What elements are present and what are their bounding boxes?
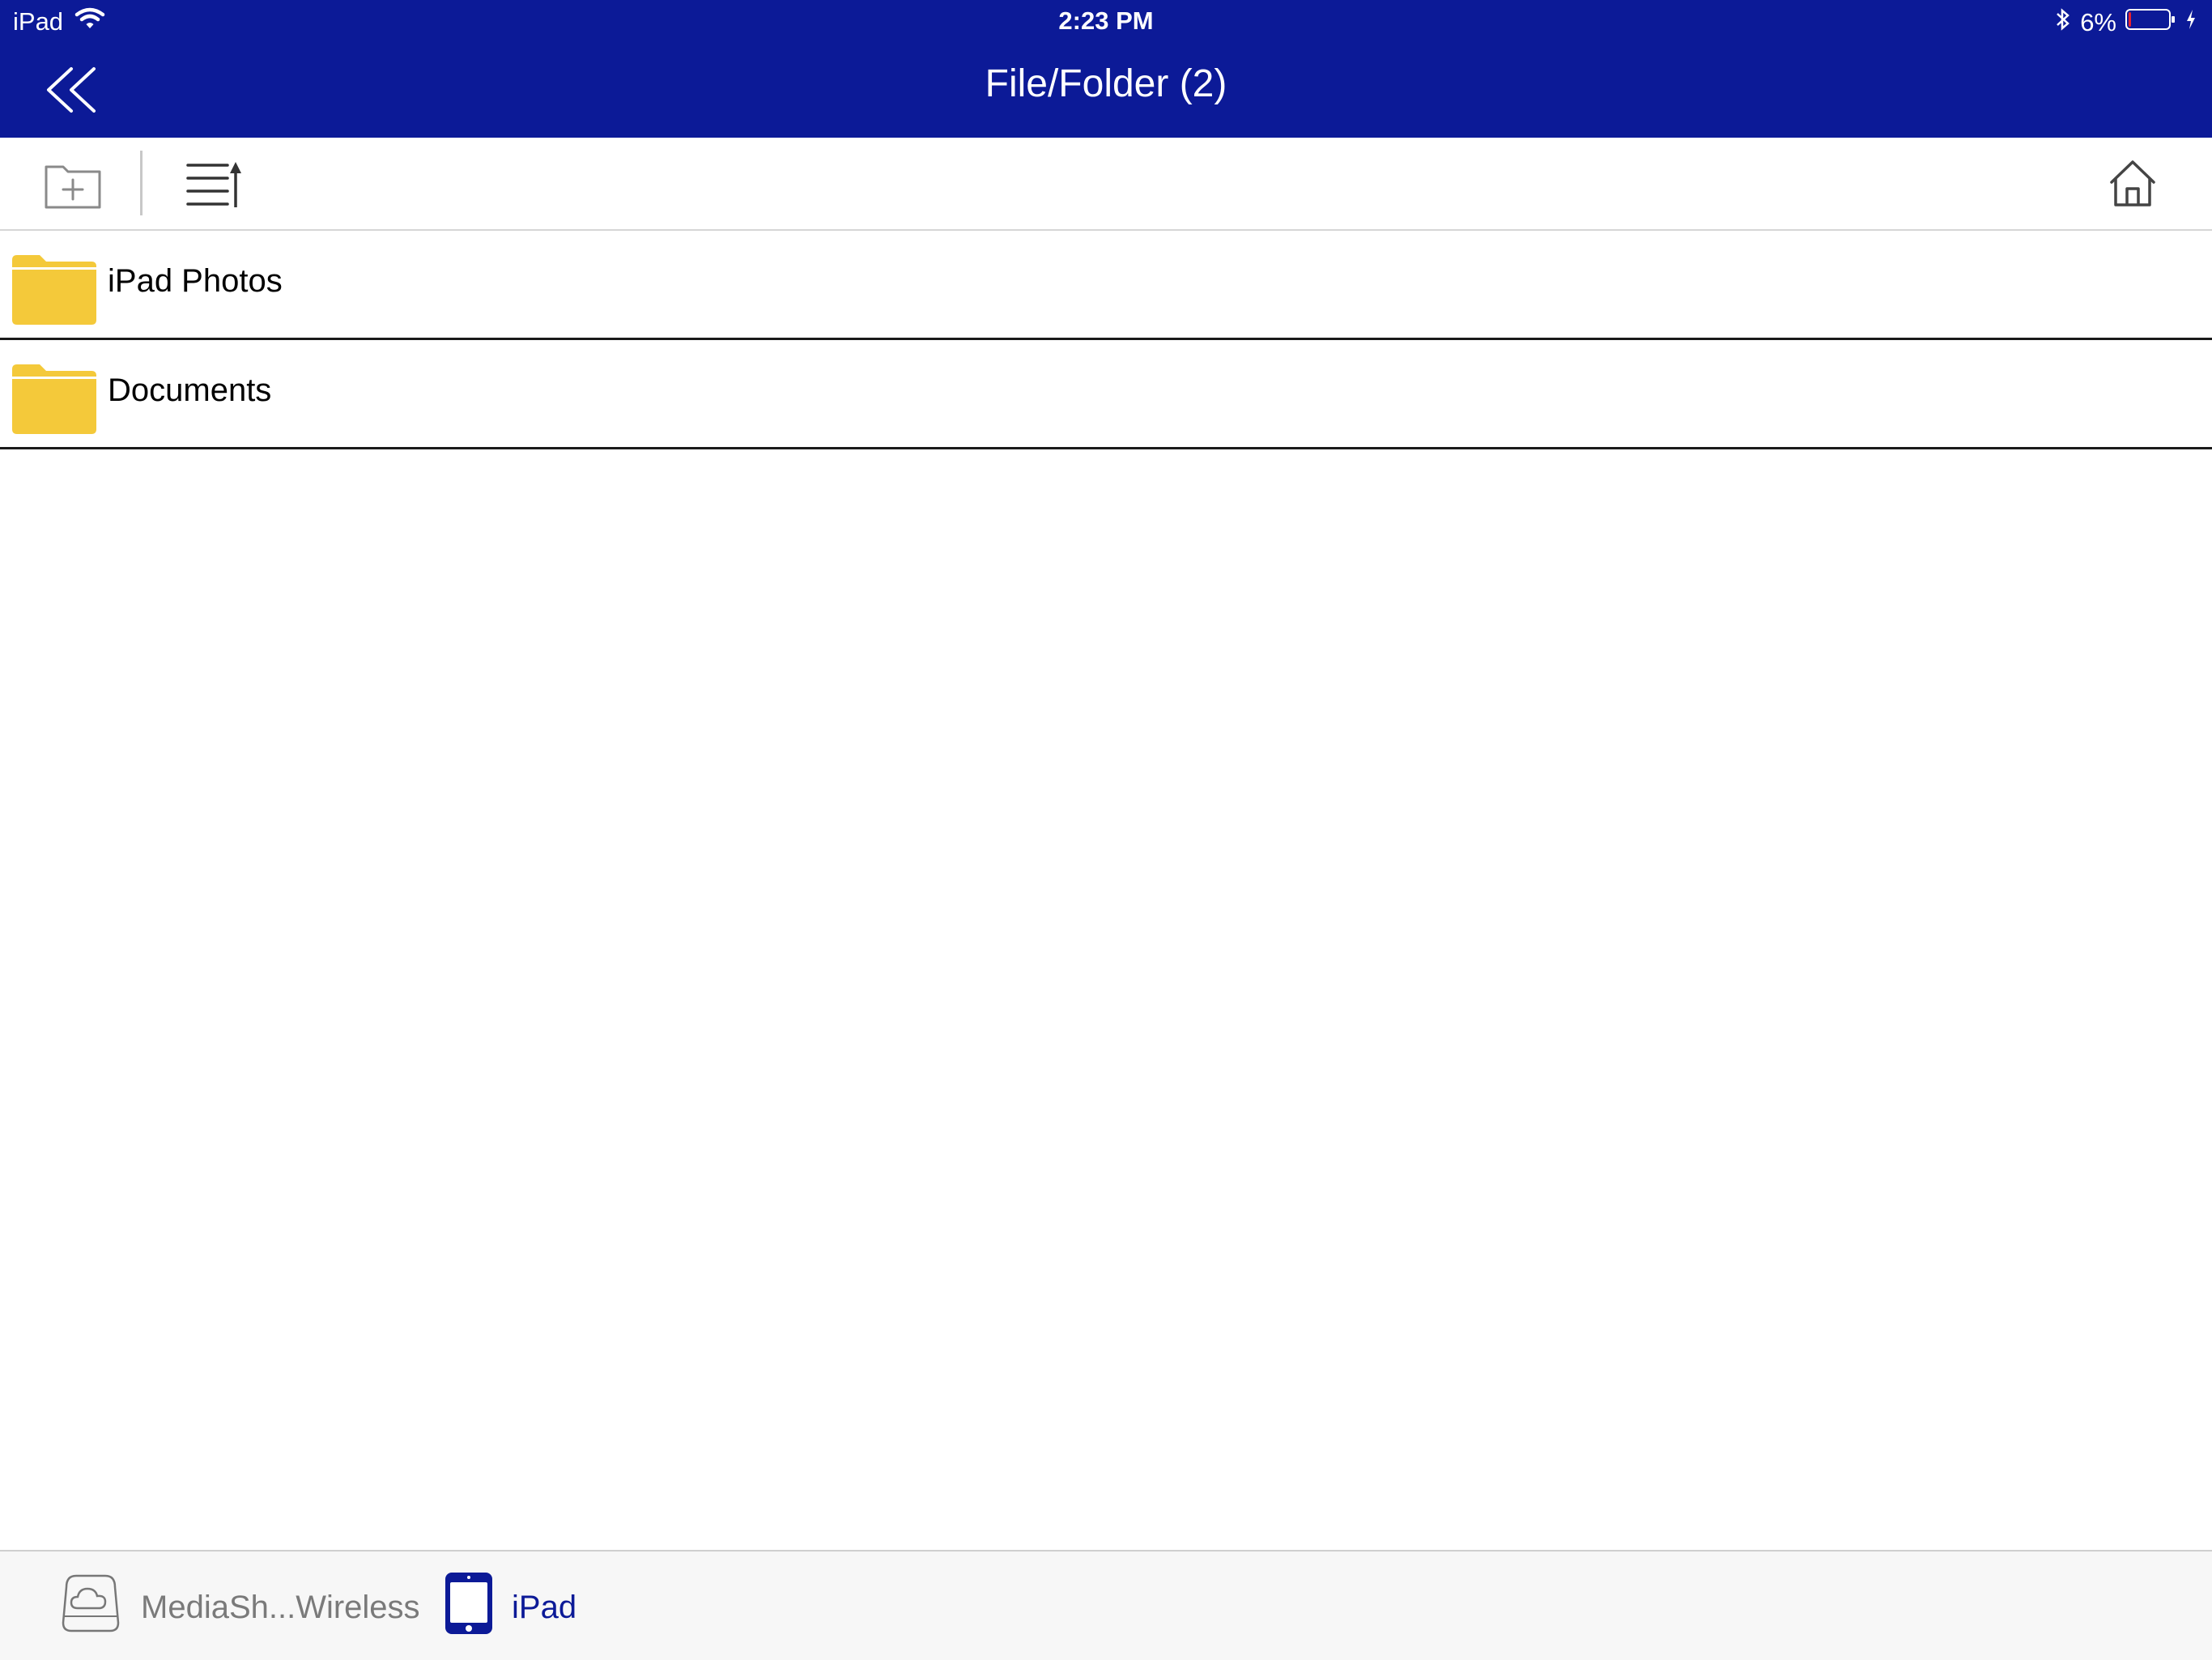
status-right: 6% [2054, 6, 2197, 39]
battery-percent: 6% [2080, 8, 2116, 36]
tab-mediashare-wireless[interactable]: MediaSh...Wireless [58, 1571, 420, 1644]
folder-icon [12, 364, 96, 434]
new-folder-button[interactable] [40, 160, 105, 214]
file-list: iPad Photos Documents [0, 231, 2212, 449]
status-bar: iPad 2:23 PM 6% [0, 0, 2212, 44]
bluetooth-icon [2054, 6, 2072, 39]
tab-label: MediaSh...Wireless [141, 1589, 420, 1625]
file-name: iPad Photos [108, 263, 283, 299]
list-item[interactable]: iPad Photos [0, 231, 2212, 340]
toolbar [0, 138, 2212, 231]
status-time: 2:23 PM [1058, 6, 1154, 35]
home-icon [2107, 158, 2159, 214]
charging-icon [2184, 7, 2197, 38]
new-folder-icon [44, 160, 102, 215]
device-tab-bar: MediaSh...Wireless iPad [0, 1550, 2212, 1660]
page-title: File/Folder (2) [985, 62, 1227, 105]
tab-ipad[interactable]: iPad [444, 1571, 576, 1644]
sort-button[interactable] [183, 160, 245, 214]
top-navigation-bar: iPad 2:23 PM 6% File/Folder (2) [0, 0, 2212, 138]
toolbar-divider [140, 151, 143, 215]
sort-list-icon [185, 160, 242, 215]
cloud-drive-icon [58, 1571, 123, 1644]
battery-icon [2125, 7, 2176, 38]
file-name: Documents [108, 372, 272, 408]
folder-icon [12, 255, 96, 325]
ipad-icon [444, 1571, 494, 1644]
list-item[interactable]: Documents [0, 340, 2212, 449]
home-button[interactable] [2102, 157, 2163, 214]
tab-label: iPad [512, 1589, 577, 1625]
